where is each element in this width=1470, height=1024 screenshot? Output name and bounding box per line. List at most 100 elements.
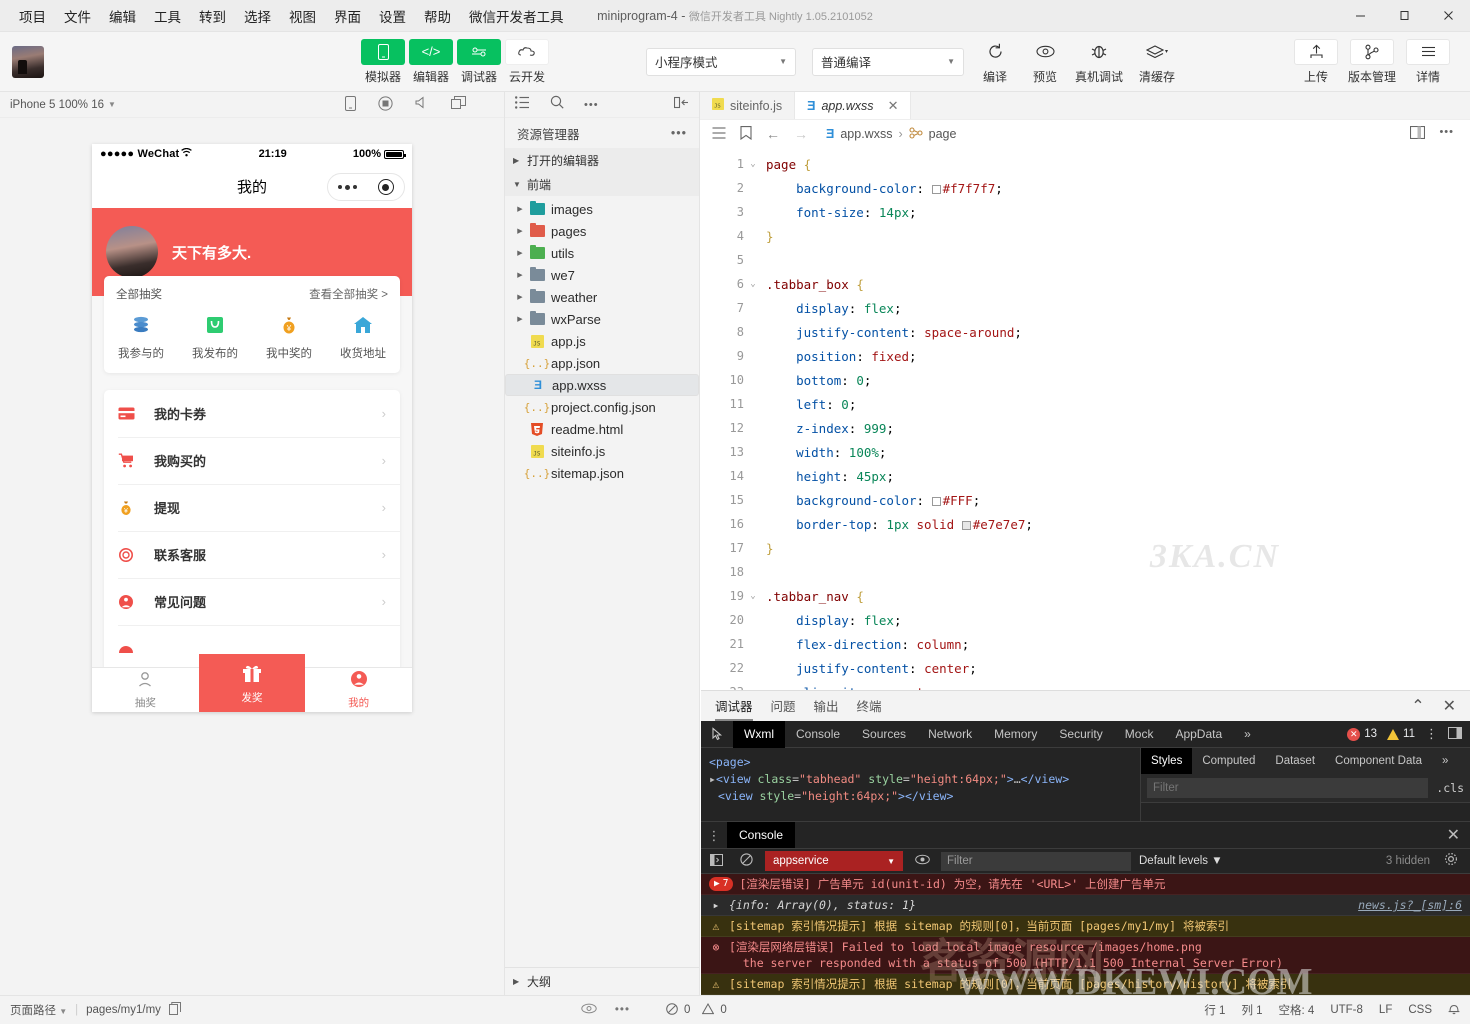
- rotate-icon[interactable]: [345, 96, 356, 114]
- menu-item-edit[interactable]: 编辑: [100, 2, 145, 30]
- language-mode[interactable]: CSS: [1408, 1004, 1432, 1016]
- more-icon[interactable]: •••: [671, 126, 687, 140]
- kebab-icon[interactable]: ⋮: [1425, 726, 1438, 742]
- section-open-editors[interactable]: ▶ 打开的编辑器: [505, 148, 699, 172]
- forward-icon[interactable]: →: [794, 126, 808, 142]
- eol-setting[interactable]: LF: [1379, 1004, 1392, 1016]
- console-message[interactable]: ▶7 [渲染层错误] 广告单元 id(unit-id) 为空，请先在 '<URL…: [701, 874, 1470, 895]
- collapse-panel-icon[interactable]: [674, 96, 689, 114]
- menu-item-goto[interactable]: 转到: [190, 2, 235, 30]
- tree-item-app-wxss[interactable]: Ǝ app.wxss: [505, 374, 699, 396]
- menu-item-file[interactable]: 文件: [55, 2, 100, 30]
- console-message[interactable]: ⚠ [sitemap 索引情况提示] 根据 sitemap 的规则[0]，当前页…: [701, 974, 1470, 995]
- devtools-tab-memory[interactable]: Memory: [983, 721, 1048, 748]
- compile-button[interactable]: 编译: [970, 39, 1020, 85]
- cloud-dev-button[interactable]: 云开发: [504, 39, 550, 85]
- maximize-icon[interactable]: [1382, 0, 1426, 32]
- wxml-dom-tree[interactable]: <page> ▸<view class="tabhead" style="hei…: [701, 748, 1140, 821]
- breadcrumb-file[interactable]: app.wxss: [840, 127, 892, 141]
- grid-item-published[interactable]: 我发布的: [178, 312, 252, 361]
- avatar[interactable]: [106, 226, 158, 278]
- console-levels-select[interactable]: Default levels ▼: [1139, 855, 1223, 867]
- back-icon[interactable]: ←: [766, 126, 780, 142]
- capsule-button[interactable]: [327, 173, 405, 201]
- message-source[interactable]: news.js?_[sm]:6: [1358, 897, 1462, 913]
- devtools-tab-console[interactable]: Console: [785, 721, 851, 748]
- clear-cache-button[interactable]: ▾ 清缓存: [1128, 39, 1186, 85]
- console-message[interactable]: ⚠ [sitemap 索引情况提示] 根据 sitemap 的规则[0]，当前页…: [701, 916, 1470, 937]
- fold-icon[interactable]: ⌄: [744, 591, 762, 601]
- tree-item-pages[interactable]: ▶ pages: [505, 220, 699, 242]
- menu-item-select[interactable]: 选择: [235, 2, 280, 30]
- console-drawer-tab[interactable]: Console: [727, 822, 795, 848]
- tree-item-app-js[interactable]: JS app.js: [505, 330, 699, 352]
- devtools-tab-overflow[interactable]: »: [1233, 721, 1262, 748]
- console-context-select[interactable]: appservice ▼: [765, 851, 903, 871]
- console-eye-icon[interactable]: [911, 854, 933, 868]
- tab-problems[interactable]: 问题: [771, 691, 796, 721]
- tree-item-sitemap-json[interactable]: {..} sitemap.json: [505, 462, 699, 484]
- tree-item-weather[interactable]: ▶ weather: [505, 286, 699, 308]
- more-dots-icon[interactable]: [338, 185, 357, 190]
- close-icon[interactable]: [1426, 0, 1470, 32]
- devtools-tab-network[interactable]: Network: [917, 721, 983, 748]
- cls-button[interactable]: .cls: [1428, 781, 1464, 795]
- eye-icon[interactable]: [581, 1003, 597, 1017]
- devtools-tab-wxml[interactable]: Wxml: [733, 721, 785, 748]
- device-select-value[interactable]: iPhone 5 100% 16: [10, 99, 104, 111]
- collapse-icon[interactable]: ⌃: [1411, 696, 1424, 716]
- list-item[interactable]: 常见问题 ›: [104, 578, 400, 625]
- styles-tab-computed[interactable]: Computed: [1192, 748, 1265, 774]
- element-picker-icon[interactable]: [703, 727, 733, 741]
- menu-item-interface[interactable]: 界面: [325, 2, 370, 30]
- indent-setting[interactable]: 空格: 4: [1279, 1002, 1315, 1018]
- grid-item-address[interactable]: 收货地址: [326, 312, 400, 361]
- tabbar-item-lottery[interactable]: 抽奖: [92, 668, 199, 712]
- more-icon[interactable]: •••: [1439, 126, 1454, 142]
- details-button[interactable]: 详情: [1402, 39, 1454, 85]
- tree-item-readme-html[interactable]: readme.html: [505, 418, 699, 440]
- fold-icon[interactable]: ⌄: [744, 159, 762, 169]
- console-sidebar-icon[interactable]: [705, 854, 727, 869]
- tab-terminal[interactable]: 终端: [857, 691, 882, 721]
- devtools-tab-appdata[interactable]: AppData: [1164, 721, 1233, 748]
- error-badge[interactable]: ✕ 13: [1347, 728, 1377, 741]
- fold-icon[interactable]: ⌄: [744, 279, 762, 289]
- menu-item-tools[interactable]: 工具: [145, 2, 190, 30]
- console-message[interactable]: ▸ {info: Array(0), status: 1} news.js?_[…: [701, 895, 1470, 916]
- tabbar-item-mine[interactable]: 我的: [305, 668, 412, 712]
- version-control-button[interactable]: 版本管理: [1342, 39, 1402, 85]
- menu-item-settings[interactable]: 设置: [370, 2, 415, 30]
- styles-tab-component-data[interactable]: Component Data: [1325, 748, 1432, 774]
- minimize-icon[interactable]: [1338, 0, 1382, 32]
- tabbar-item-award[interactable]: 发奖: [199, 654, 306, 712]
- tab-debugger[interactable]: 调试器: [715, 691, 753, 721]
- warning-badge[interactable]: 11: [1387, 728, 1415, 740]
- upload-button[interactable]: 上传: [1290, 39, 1342, 85]
- styles-tab-overflow[interactable]: »: [1432, 748, 1458, 774]
- encoding-setting[interactable]: UTF-8: [1330, 1004, 1363, 1016]
- expand-icon[interactable]: ▸: [709, 897, 723, 913]
- device-debug-button[interactable]: 真机调试: [1070, 39, 1128, 85]
- editor-tab-siteinfo[interactable]: JS siteinfo.js: [700, 92, 795, 119]
- breadcrumb-symbol[interactable]: page: [929, 127, 957, 141]
- preview-button[interactable]: 预览: [1020, 39, 1070, 85]
- problems-summary[interactable]: 0 0: [666, 1003, 727, 1018]
- tree-item-we7[interactable]: ▶ we7: [505, 264, 699, 286]
- split-editor-icon[interactable]: [1410, 126, 1425, 142]
- tree-item-utils[interactable]: ▶ utils: [505, 242, 699, 264]
- devtools-tab-sources[interactable]: Sources: [851, 721, 917, 748]
- kebab-icon[interactable]: ⋮: [701, 829, 727, 842]
- tab-output[interactable]: 输出: [814, 691, 839, 721]
- bookmark-icon[interactable]: [740, 126, 752, 143]
- tree-item-wxparse[interactable]: ▶ wxParse: [505, 308, 699, 330]
- cursor-column[interactable]: 列 1: [1241, 1002, 1262, 1018]
- list-item[interactable]: ¥ 提现 ›: [104, 484, 400, 531]
- outline-section[interactable]: ▶ 大纲: [505, 967, 699, 995]
- copy-icon[interactable]: [169, 1002, 181, 1018]
- styles-filter-input[interactable]: [1147, 778, 1428, 798]
- menu-item-project[interactable]: 项目: [10, 2, 55, 30]
- bell-icon[interactable]: [1448, 1002, 1460, 1018]
- list-item[interactable]: 我购买的 ›: [104, 437, 400, 484]
- gear-icon[interactable]: [1444, 852, 1466, 871]
